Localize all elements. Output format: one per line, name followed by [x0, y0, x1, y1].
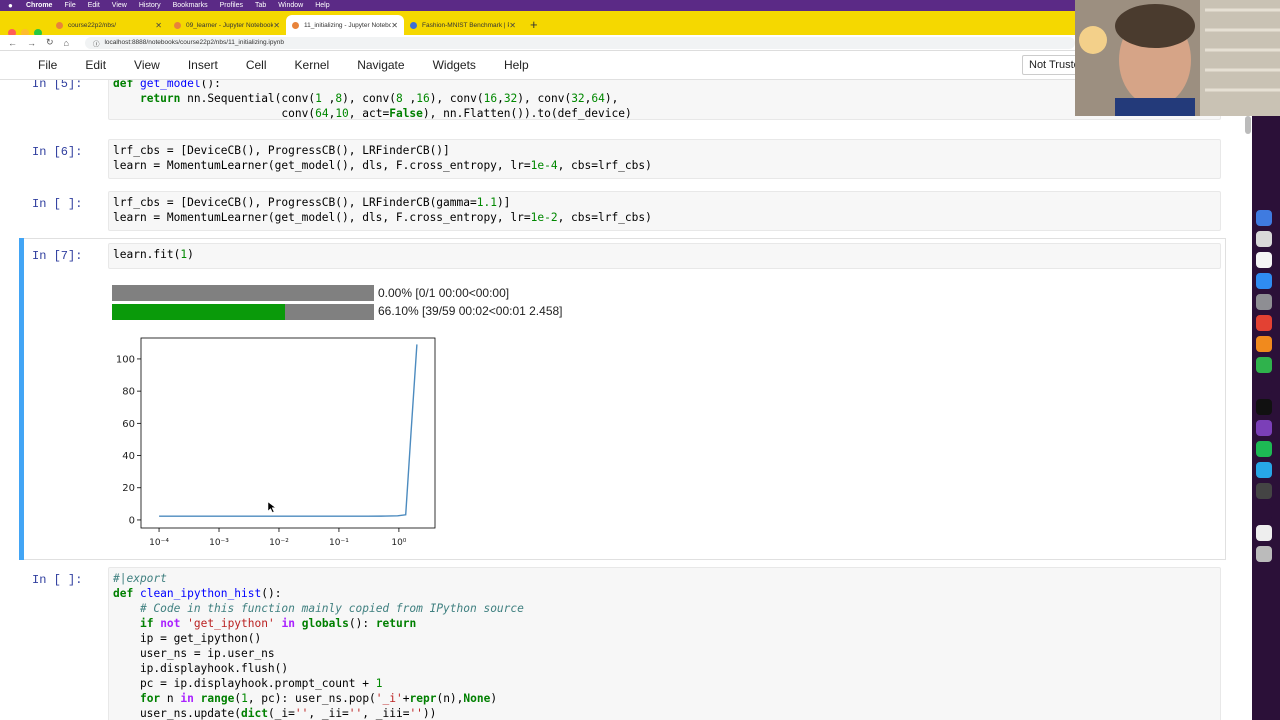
jmenu-edit[interactable]: Edit	[85, 58, 106, 72]
y-tick-label: 80	[122, 387, 135, 398]
jmenu-insert[interactable]: Insert	[188, 58, 218, 72]
jupyter-icon	[56, 21, 63, 29]
spotify-icon[interactable]	[1256, 441, 1272, 457]
trash-icon[interactable]	[1256, 546, 1272, 562]
menubar-item-edit[interactable]: Edit	[88, 2, 100, 9]
url-field[interactable]: ⓘ localhost:8888/notebooks/course22p2/nb…	[84, 36, 1075, 49]
vim-icon[interactable]	[1256, 357, 1272, 373]
browser-tab-learner[interactable]: 09_learner - Jupyter Notebook ✕	[168, 15, 286, 35]
batch-progress-fill	[112, 304, 286, 320]
jmenu-kernel[interactable]: Kernel	[295, 58, 330, 72]
firefox-icon[interactable]	[1256, 336, 1272, 352]
cell-prompt: In [6]:	[32, 145, 83, 159]
terminal-icon[interactable]	[1256, 399, 1272, 415]
tab-close-icon[interactable]: ✕	[155, 21, 162, 30]
selected-cell-indicator	[19, 238, 24, 560]
notes-icon[interactable]	[1256, 252, 1272, 268]
y-tick-label: 0	[129, 515, 135, 526]
jmenu-view[interactable]: View	[134, 58, 160, 72]
browser-tab-course[interactable]: course22p2/nbs/ ✕	[50, 15, 168, 35]
system-preferences-icon[interactable]	[1256, 294, 1272, 310]
code-input-cell-export[interactable]: #|export def clean_ipython_hist(): # Cod…	[108, 567, 1221, 720]
telegram-icon[interactable]	[1256, 462, 1272, 478]
code-input-cell-5[interactable]: def get_model(): return nn.Sequential(co…	[108, 80, 1221, 120]
menubar-item-profiles[interactable]: Profiles	[220, 2, 243, 9]
cell-prompt: In [5]:	[32, 80, 83, 91]
lr-finder-chart: 0 20 40 60 80 100 10⁻⁴ 10⁻³ 10⁻² 10⁻¹ 10⁰	[116, 337, 436, 548]
dock-divider	[1256, 504, 1272, 520]
reload-icon[interactable]: ↻	[46, 37, 54, 48]
notebook-container: In [5]: def get_model(): return nn.Seque…	[0, 80, 1252, 720]
menubar-item-history[interactable]: History	[139, 2, 161, 9]
finder-icon[interactable]	[1256, 210, 1272, 226]
x-tick-label: 10⁻³	[209, 538, 229, 548]
macos-dock	[1256, 210, 1274, 562]
menubar-item-bookmarks[interactable]: Bookmarks	[173, 2, 208, 9]
tab-close-icon[interactable]: ✕	[391, 21, 398, 30]
x-tick-label: 10⁻⁴	[149, 538, 169, 548]
url-text: localhost:8888/notebooks/course22p2/nbs/…	[104, 39, 284, 46]
epoch-progress-bar	[112, 285, 374, 301]
x-tick-label: 10⁻¹	[329, 538, 349, 548]
chrome-icon[interactable]	[1256, 315, 1272, 331]
app-store-icon[interactable]	[1256, 273, 1272, 289]
tab-label: 11_initializing - Jupyter Notebook	[304, 21, 392, 29]
launchpad-icon[interactable]	[1256, 231, 1272, 247]
cell-prompt: In [ ]:	[32, 573, 83, 587]
y-tick-label: 60	[122, 419, 135, 430]
y-tick-label: 100	[116, 354, 135, 365]
code-input-cell-6[interactable]: lrf_cbs = [DeviceCB(), ProgressCB(), LRF…	[108, 139, 1221, 179]
menubar-item-view[interactable]: View	[112, 2, 127, 9]
y-tick-label: 20	[122, 483, 135, 494]
x-tick-label: 10⁰	[391, 538, 406, 548]
browser-tab-fashion-mnist[interactable]: Fashion-MNIST Benchmark | Pap ✕	[404, 15, 522, 35]
jmenu-file[interactable]: File	[38, 58, 57, 72]
jmenu-help[interactable]: Help	[504, 58, 529, 72]
menubar-item-window[interactable]: Window	[278, 2, 303, 9]
back-icon[interactable]: ←	[8, 38, 17, 48]
tab-close-icon[interactable]: ✕	[273, 21, 280, 30]
epoch-progress-text: 0.00% [0/1 00:00<00:00]	[378, 286, 510, 300]
jmenu-cell[interactable]: Cell	[246, 58, 267, 72]
plot-area	[140, 337, 436, 529]
jupyter-icon	[292, 21, 299, 29]
jupyter-icon	[174, 21, 181, 29]
menubar-app-name[interactable]: Chrome	[26, 2, 52, 9]
papers-icon	[410, 21, 417, 29]
code-input-cell-7[interactable]: learn.fit(1)	[108, 243, 1221, 269]
activity-monitor-icon[interactable]	[1256, 483, 1272, 499]
info-icon[interactable]: ⓘ	[93, 38, 100, 48]
apple-icon[interactable]: ●	[8, 1, 16, 10]
batch-progress-bar	[112, 304, 374, 320]
downloads-icon[interactable]	[1256, 525, 1272, 541]
cell-prompt: In [7]:	[32, 249, 83, 263]
y-tick-label: 40	[122, 451, 135, 462]
tab-close-icon[interactable]: ✕	[509, 21, 516, 30]
new-tab-button[interactable]: +	[530, 17, 538, 32]
code-input-cell-blank[interactable]: lrf_cbs = [DeviceCB(), ProgressCB(), LRF…	[108, 191, 1221, 231]
notebook-scrollbar[interactable]	[1245, 116, 1251, 134]
tab-label: Fashion-MNIST Benchmark | Pap	[422, 21, 510, 29]
menubar-item-tab[interactable]: Tab	[255, 2, 266, 9]
onenote-icon[interactable]	[1256, 420, 1272, 436]
menubar-item-help[interactable]: Help	[315, 2, 329, 9]
jmenu-navigate[interactable]: Navigate	[357, 58, 404, 72]
tab-label: 09_learner - Jupyter Notebook	[186, 21, 274, 29]
tab-label: course22p2/nbs/	[68, 21, 117, 29]
cell-prompt: In [ ]:	[32, 197, 83, 211]
batch-progress-text: 66.10% [39/59 00:02<00:01 2.458]	[378, 304, 563, 318]
dock-divider	[1256, 378, 1272, 394]
forward-icon[interactable]: →	[27, 38, 36, 48]
x-tick-label: 10⁻²	[269, 538, 289, 548]
home-icon[interactable]: ⌂	[64, 38, 69, 48]
webcam-overlay	[1075, 0, 1280, 116]
browser-tab-initializing[interactable]: 11_initializing - Jupyter Notebook ✕	[286, 15, 404, 35]
jmenu-widgets[interactable]: Widgets	[433, 58, 476, 72]
menubar-item-file[interactable]: File	[64, 2, 75, 9]
webcam-image	[1075, 0, 1280, 116]
